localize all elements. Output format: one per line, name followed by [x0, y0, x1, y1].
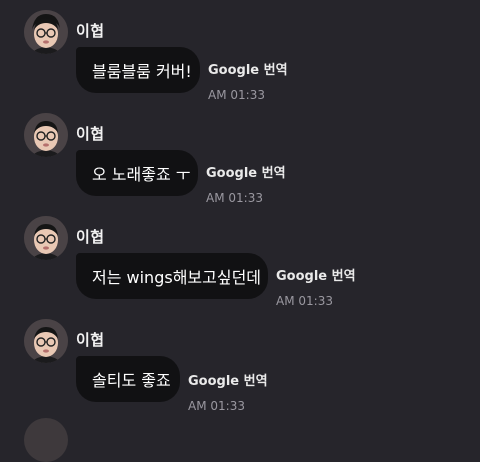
message-bubble[interactable]: 오 노래좋죠 ㅜ: [76, 150, 198, 196]
message-timestamp: AM 01:33: [188, 399, 245, 413]
google-translate-link[interactable]: Google 번역: [276, 265, 356, 284]
profile-photo-icon: [24, 10, 68, 54]
google-translate-link[interactable]: Google 번역: [206, 162, 286, 181]
profile-photo-icon: [24, 113, 68, 157]
message-timestamp: AM 01:33: [206, 191, 263, 205]
message-timestamp: AM 01:33: [208, 88, 265, 102]
message-bubble[interactable]: 블룸블룸 커버!: [76, 47, 200, 93]
google-translate-link[interactable]: Google 번역: [208, 59, 288, 78]
message-bubble[interactable]: 저는 wings해보고싶던데: [76, 253, 268, 299]
profile-photo-icon: [24, 216, 68, 260]
avatar[interactable]: [24, 319, 68, 363]
sender-name: 이협: [76, 331, 105, 349]
avatar[interactable]: [24, 216, 68, 260]
sender-name: 이협: [76, 22, 105, 40]
sender-name: 이협: [76, 125, 105, 143]
avatar[interactable]: [24, 113, 68, 157]
profile-photo-icon: [24, 319, 68, 363]
message-bubble[interactable]: 솔티도 좋죠: [76, 356, 180, 402]
message-timestamp: AM 01:33: [276, 294, 333, 308]
sender-name: 이협: [76, 228, 105, 246]
avatar[interactable]: [24, 10, 68, 54]
google-translate-link[interactable]: Google 번역: [188, 370, 268, 389]
